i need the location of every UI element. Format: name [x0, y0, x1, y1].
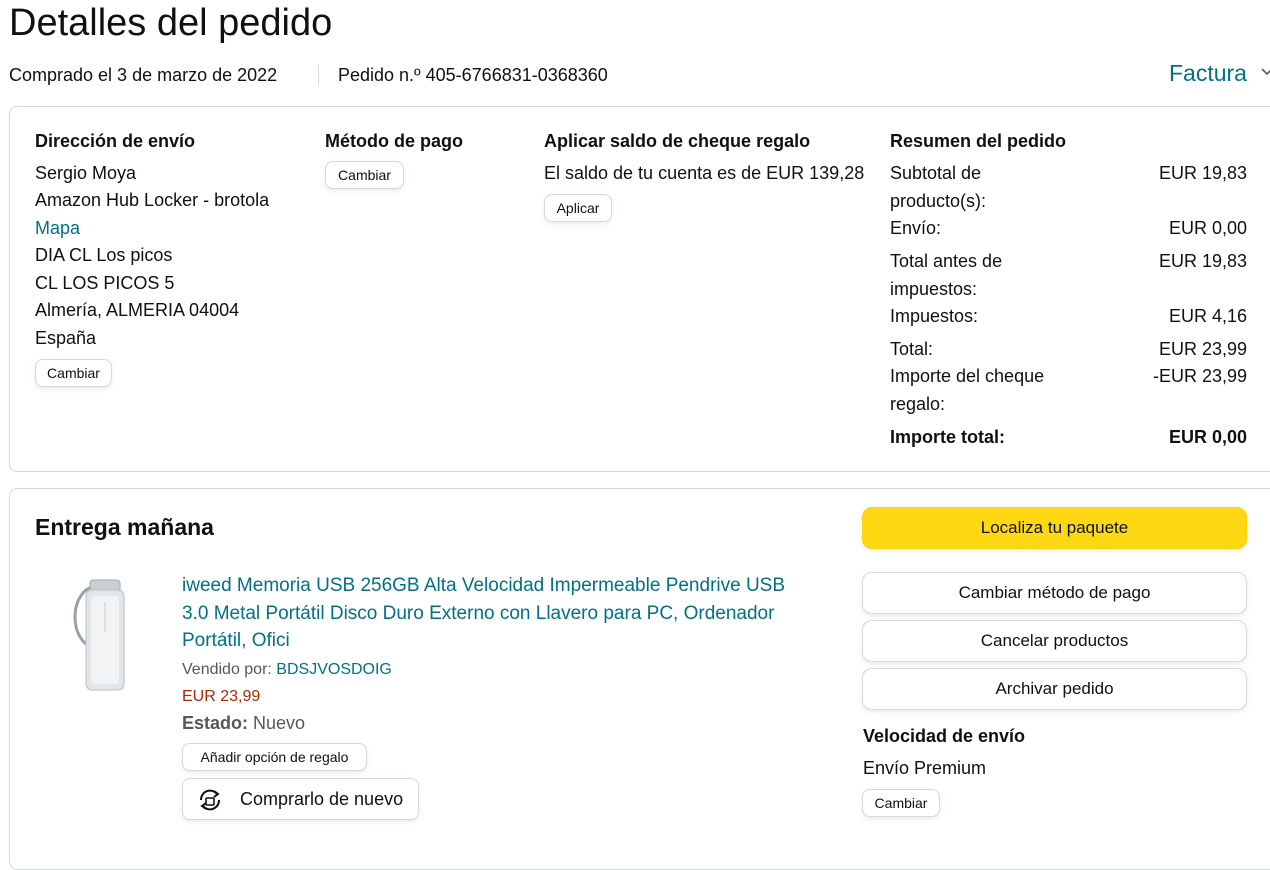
summary-value: -EUR 23,99	[1152, 366, 1247, 386]
product-title-link[interactable]: iweed Memoria USB 256GB Alta Velocidad I…	[182, 572, 812, 655]
sold-by-label: Vendido por:	[182, 661, 277, 678]
chevron-down-icon[interactable]	[1260, 64, 1270, 78]
grand-total-value: EUR 0,00	[1168, 427, 1247, 447]
purchase-date: Comprado el 3 de marzo de 2022	[9, 65, 278, 85]
product-price: EUR 23,99	[182, 688, 261, 705]
shipping-city: Almería, ALMERIA 04004	[35, 300, 240, 320]
cancel-items-button[interactable]: Cancelar productos	[862, 620, 1247, 662]
invoice-link[interactable]: Factura	[1169, 59, 1247, 87]
usb-drive-image[interactable]	[60, 572, 150, 697]
add-gift-option-button[interactable]: Añadir opción de regalo	[182, 743, 367, 771]
order-summary-header: Resumen del pedido	[890, 131, 1067, 151]
change-payment-small-button[interactable]: Cambiar	[325, 161, 404, 189]
summary-value: EUR 19,83	[1158, 163, 1247, 183]
product-condition: Estado: Nuevo	[182, 710, 305, 738]
change-address-button[interactable]: Cambiar	[35, 359, 112, 387]
buy-again-button[interactable]: Comprarlo de nuevo	[182, 778, 419, 820]
shipping-line2: CL LOS PICOS 5	[35, 273, 175, 293]
summary-label: Impuestos:	[890, 306, 979, 326]
buy-again-label: Comprarlo de nuevo	[240, 789, 404, 809]
page-title: Detalles del pedido	[9, 2, 333, 44]
change-payment-method-button[interactable]: Cambiar método de pago	[862, 572, 1247, 614]
condition-label: Estado:	[182, 713, 249, 733]
seller-link[interactable]: BDSJVOSDOIG	[276, 661, 392, 678]
delivery-header: Entrega mañana	[35, 514, 214, 540]
summary-value: EUR 19,83	[1158, 251, 1247, 271]
shipping-address-header: Dirección de envío	[35, 131, 196, 151]
map-link[interactable]: Mapa	[35, 215, 80, 243]
summary-label: Importe del cheque regalo:	[890, 366, 1045, 414]
rebuy-icon	[195, 785, 225, 815]
change-shipping-speed-button[interactable]: Cambiar	[862, 789, 940, 817]
shipping-speed-value: Envío Premium	[863, 758, 987, 778]
shipping-country: España	[35, 328, 97, 348]
sold-by: Vendido por: BDSJVOSDOIG	[182, 656, 392, 684]
shipping-locker: Amazon Hub Locker - brotola	[35, 190, 270, 210]
order-number: Pedido n.º 405-6766831-0368360	[338, 65, 608, 85]
gift-card-header: Aplicar saldo de cheque regalo	[544, 131, 811, 151]
summary-label: Total antes de impuestos:	[890, 251, 1003, 299]
grand-total-label: Importe total:	[890, 427, 1005, 447]
summary-label: Total:	[890, 339, 934, 359]
shipping-name: Sergio Moya	[35, 163, 137, 183]
track-package-button[interactable]: Localiza tu paquete	[862, 507, 1247, 549]
archive-order-button[interactable]: Archivar pedido	[862, 668, 1247, 710]
summary-value: EUR 23,99	[1158, 339, 1247, 359]
apply-gift-card-button[interactable]: Aplicar	[544, 194, 612, 222]
summary-value: EUR 0,00	[1168, 218, 1247, 238]
shipping-line1: DIA CL Los picos	[35, 245, 173, 265]
summary-label: Envío:	[890, 218, 942, 238]
summary-value: EUR 4,16	[1168, 306, 1247, 326]
condition-value: Nuevo	[248, 713, 306, 733]
meta-divider	[318, 65, 319, 85]
summary-label: Subtotal de producto(s):	[890, 163, 987, 211]
shipping-speed-header: Velocidad de envío	[863, 726, 1026, 746]
gift-card-balance: El saldo de tu cuenta es de EUR 139,28	[544, 163, 865, 183]
payment-method-header: Método de pago	[325, 131, 463, 151]
